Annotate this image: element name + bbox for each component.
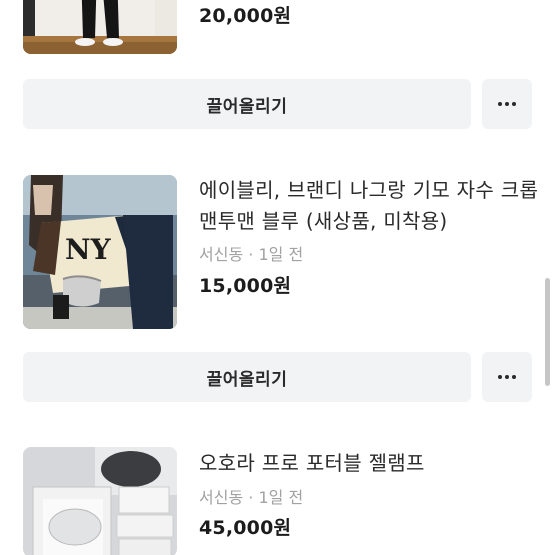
bump-button[interactable]: 끌어올리기 (23, 79, 471, 129)
bump-button-label: 끌어올리기 (206, 96, 288, 117)
more-horizontal-icon (498, 102, 516, 106)
listing-time: 1일 전 (258, 488, 304, 507)
black-pants-photo (23, 0, 177, 54)
listing-meta: 서신동 · 1일 전 (199, 241, 303, 265)
gel-lamp-photo (23, 447, 177, 555)
listing-title[interactable]: 오호라 프로 포터블 젤램프 (199, 448, 539, 479)
listing-meta: 서신동 · 1일 전 (199, 484, 303, 508)
meta-separator: · (248, 245, 254, 264)
more-options-button[interactable] (482, 79, 532, 129)
scrollbar-thumb[interactable] (545, 278, 550, 386)
screen: 20,000원 끌어올리기 NY 에이블리, 브랜디 나그랑 기모 자수 크롭 (0, 0, 555, 555)
listing-thumbnail[interactable]: NY (23, 175, 177, 329)
listing-location: 서신동 (199, 245, 244, 264)
bump-button[interactable]: 끌어올리기 (23, 352, 471, 402)
listing-location: 서신동 (199, 488, 244, 507)
listing-price: 15,000원 (199, 275, 292, 297)
listing-price: 20,000원 (199, 5, 292, 27)
listing-price: 45,000원 (199, 517, 292, 539)
bump-button-label: 끌어올리기 (206, 369, 288, 390)
more-horizontal-icon (498, 375, 516, 379)
listing-title[interactable]: 에이블리, 브랜디 나그랑 기모 자수 크롭 맨투맨 블루 (새상품, 미착용) (199, 175, 539, 237)
listing-thumbnail[interactable] (23, 0, 177, 54)
meta-separator: · (248, 488, 254, 507)
sweatshirt-photo: NY (23, 175, 177, 329)
svg-text:NY: NY (65, 233, 112, 266)
more-options-button[interactable] (482, 352, 532, 402)
listing-time: 1일 전 (258, 245, 304, 264)
listing-thumbnail[interactable] (23, 447, 177, 555)
